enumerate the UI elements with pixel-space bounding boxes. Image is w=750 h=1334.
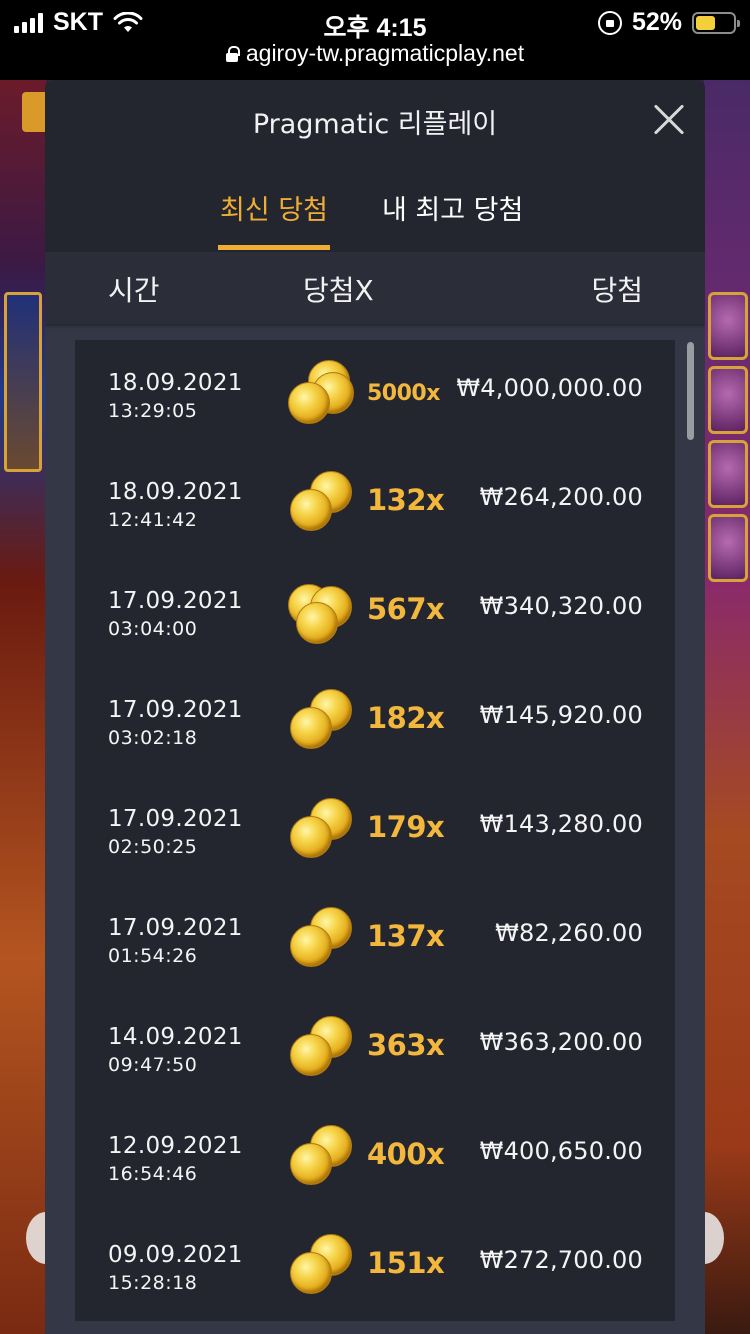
list-scrollbar[interactable] [687, 342, 694, 440]
win-multiplier: 182x [367, 701, 445, 735]
padlock-icon [225, 46, 240, 62]
win-row[interactable]: 14.09.2021 09:47:50 363x ₩363,200.00 [75, 994, 675, 1103]
url-text: agiroy-tw.pragmaticplay.net [245, 40, 525, 66]
win-amount: ₩145,920.00 [479, 701, 643, 729]
win-amount: ₩272,700.00 [479, 1246, 643, 1274]
status-bar: SKT 오후 4:15 52% agiroy-tw.pragmaticplay.… [0, 0, 750, 80]
coins-icon [288, 687, 358, 757]
win-amount: ₩4,000,000.00 [456, 374, 643, 402]
column-win: 당첨 [591, 274, 643, 307]
game-symbol-tile [708, 292, 748, 360]
coins-icon [288, 469, 358, 539]
win-row[interactable]: 12.09.2021 16:54:46 400x ₩400,650.00 [75, 1103, 675, 1212]
win-date: 17.09.2021 [108, 697, 243, 723]
win-row[interactable]: 17.09.2021 02:50:25 179x ₩143,280.00 [75, 776, 675, 885]
win-multiplier: 132x [367, 483, 445, 517]
status-right: 52% [597, 8, 740, 37]
win-multiplier: 400x [367, 1137, 445, 1171]
win-multiplier: 567x [367, 592, 445, 626]
game-symbol-tile [708, 366, 748, 434]
column-header: 시간 당첨X 당첨 [45, 252, 705, 324]
win-date: 18.09.2021 [108, 479, 243, 505]
tab-latest-wins[interactable]: 최신 당첨 [218, 188, 330, 250]
game-symbol-tile [708, 440, 748, 508]
win-date: 17.09.2021 [108, 588, 243, 614]
win-row[interactable]: 17.09.2021 01:54:26 137x ₩82,260.00 [75, 885, 675, 994]
win-row[interactable]: 09.09.2021 15:28:18 151x ₩272,700.00 [75, 1212, 675, 1321]
win-date: 17.09.2021 [108, 806, 243, 832]
win-multiplier: 137x [367, 919, 445, 953]
win-date: 09.09.2021 [108, 1242, 243, 1268]
win-multiplier: 5000x [367, 381, 440, 406]
battery-percent: 52% [631, 8, 682, 36]
win-time: 15:28:18 [108, 1272, 198, 1294]
game-left-strip [0, 80, 46, 1334]
win-time: 02:50:25 [108, 836, 198, 858]
win-time: 01:54:26 [108, 945, 198, 967]
coins-icon [288, 796, 358, 866]
coins-icon [288, 1232, 358, 1302]
column-time: 시간 [108, 274, 160, 307]
win-row[interactable]: 17.09.2021 03:04:00 567x ₩340,320.00 [75, 558, 675, 667]
win-multiplier: 151x [367, 1246, 445, 1280]
win-amount: ₩340,320.00 [479, 592, 643, 620]
win-time: 03:04:00 [108, 618, 198, 640]
battery-icon [692, 11, 740, 34]
modal-title: Pragmatic 리플레이 [252, 109, 498, 140]
column-multiplier: 당첨X [303, 274, 374, 307]
win-row[interactable]: 18.09.2021 13:29:05 5000x ₩4,000,000.00 [75, 340, 675, 449]
win-row[interactable]: 17.09.2021 03:02:18 182x ₩145,920.00 [75, 667, 675, 776]
coins-icon [288, 1014, 358, 1084]
tab-bar: 최신 당첨 내 최고 당첨 [45, 162, 705, 252]
battery-fill [696, 15, 715, 30]
win-time: 03:02:18 [108, 727, 198, 749]
coins-icon [288, 1123, 358, 1193]
tab-my-best-wins[interactable]: 내 최고 당첨 [382, 188, 523, 227]
coins-icon [288, 905, 358, 975]
win-time: 16:54:46 [108, 1163, 198, 1185]
win-multiplier: 179x [367, 810, 445, 844]
game-symbol-card [4, 292, 42, 472]
win-date: 12.09.2021 [108, 1133, 243, 1159]
win-amount: ₩400,650.00 [479, 1137, 643, 1165]
win-amount: ₩264,200.00 [479, 483, 643, 511]
modal-header: Pragmatic 리플레이 [45, 80, 705, 162]
win-time: 13:29:05 [108, 400, 198, 422]
win-amount: ₩363,200.00 [479, 1028, 643, 1056]
coins-icon [288, 578, 358, 648]
win-date: 18.09.2021 [108, 370, 243, 396]
win-amount: ₩143,280.00 [479, 810, 643, 838]
win-date: 17.09.2021 [108, 915, 243, 941]
url-bar[interactable]: agiroy-tw.pragmaticplay.net [0, 40, 750, 67]
win-amount: ₩82,260.00 [495, 919, 643, 947]
replay-modal: Pragmatic 리플레이 최신 당첨 내 최고 당첨 시간 당첨X 당첨 1… [45, 80, 705, 1334]
win-time: 12:41:42 [108, 509, 198, 531]
game-right-strip [704, 80, 750, 1334]
rotation-lock-icon [597, 10, 622, 35]
win-row[interactable]: 18.09.2021 12:41:42 132x ₩264,200.00 [75, 449, 675, 558]
win-time: 09:47:50 [108, 1054, 198, 1076]
close-button[interactable] [651, 102, 687, 138]
game-symbol-tile [708, 514, 748, 582]
win-date: 14.09.2021 [108, 1024, 243, 1050]
coin-stack-icon [288, 360, 358, 430]
win-multiplier: 363x [367, 1028, 445, 1062]
